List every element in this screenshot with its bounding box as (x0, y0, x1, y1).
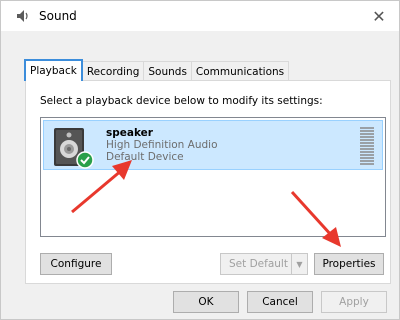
apply-button[interactable]: Apply (321, 291, 387, 313)
cancel-button[interactable]: Cancel (247, 291, 313, 313)
playback-panel: Select a playback device below to modify… (25, 80, 391, 284)
properties-label: Properties (322, 258, 376, 270)
set-default-label: Set Default (229, 258, 288, 270)
tab-label: Sounds (148, 65, 187, 78)
tab-communications[interactable]: Communications (190, 61, 290, 81)
set-default-button[interactable]: Set Default ▼ (220, 253, 308, 275)
apply-label: Apply (339, 296, 369, 308)
instruction-text: Select a playback device below to modify… (40, 95, 323, 107)
sound-dialog: Sound ✕ Playback Recording Sounds Commun… (0, 0, 400, 320)
device-name: speaker (106, 127, 153, 139)
cancel-label: Cancel (262, 296, 298, 308)
speaker-icon (54, 128, 94, 169)
window-title: Sound (39, 9, 77, 23)
tab-playback[interactable]: Playback (24, 59, 83, 81)
device-list[interactable]: speaker High Definition Audio Default De… (40, 117, 386, 237)
title-bar: Sound ✕ (1, 1, 399, 31)
check-icon (76, 151, 94, 169)
device-description: High Definition Audio (106, 139, 218, 151)
configure-button[interactable]: Configure (40, 253, 112, 275)
properties-button[interactable]: Properties (314, 253, 384, 275)
tab-sounds[interactable]: Sounds (143, 61, 192, 81)
device-item-speaker[interactable]: speaker High Definition Audio Default De… (43, 120, 383, 170)
close-button[interactable]: ✕ (359, 1, 399, 31)
tab-label: Playback (30, 65, 77, 77)
chevron-down-icon[interactable]: ▼ (291, 254, 307, 274)
ok-button[interactable]: OK (173, 291, 239, 313)
device-status: Default Device (106, 151, 184, 163)
volume-level-meter (360, 127, 374, 165)
tab-recording[interactable]: Recording (81, 61, 145, 81)
sound-icon (17, 10, 28, 22)
tab-label: Communications (195, 65, 285, 78)
tab-strip: Playback Recording Sounds Communications (24, 59, 290, 81)
tab-label: Recording (86, 65, 140, 78)
ok-label: OK (198, 296, 214, 308)
configure-label: Configure (50, 258, 102, 270)
close-icon: ✕ (372, 6, 386, 26)
